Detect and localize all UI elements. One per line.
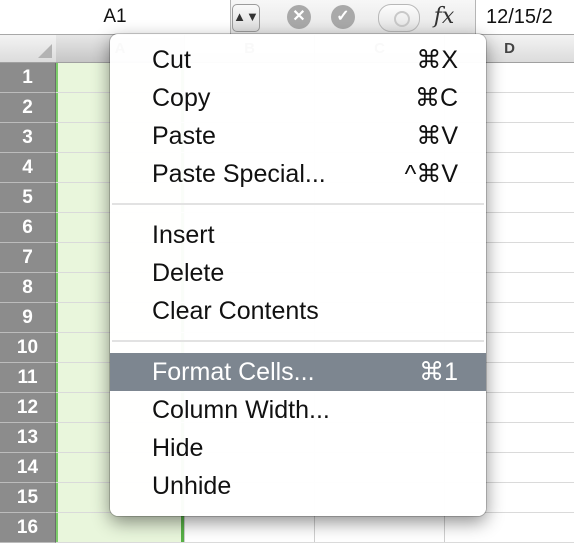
- function-icon[interactable]: fx: [426, 2, 462, 32]
- row-header[interactable]: 5: [0, 183, 56, 213]
- menu-item-label: Insert: [152, 221, 215, 249]
- formula-input[interactable]: 12/15/2: [475, 0, 574, 34]
- name-box[interactable]: A1: [0, 0, 231, 34]
- row-header[interactable]: 3: [0, 123, 56, 153]
- menu-item-label: Cut: [152, 46, 191, 74]
- menu-item-shortcut: ⌘1: [419, 358, 458, 386]
- menu-item-insert[interactable]: Insert: [110, 216, 486, 254]
- menu-separator: [112, 340, 484, 342]
- row-header[interactable]: 7: [0, 243, 56, 273]
- menu-item-cut[interactable]: Cut ⌘X: [110, 41, 486, 79]
- row-header[interactable]: 4: [0, 153, 56, 183]
- menu-item-shortcut: ⌘X: [416, 46, 458, 74]
- row-header[interactable]: 9: [0, 303, 56, 333]
- menu-item-label: Column Width...: [152, 396, 330, 424]
- menu-item-paste[interactable]: Paste ⌘V: [110, 117, 486, 155]
- menu-item-label: Clear Contents: [152, 297, 319, 325]
- menu-item-unhide[interactable]: Unhide: [110, 467, 486, 505]
- row-header[interactable]: 11: [0, 363, 56, 393]
- menu-item-label: Copy: [152, 84, 211, 112]
- menu-item-shortcut: ⌘C: [414, 84, 458, 112]
- context-menu: Cut ⌘X Copy ⌘C Paste ⌘V Paste Special... ^⌘V Ins…: [110, 34, 486, 516]
- menu-item-label: Hide: [152, 434, 204, 462]
- menu-item-label: Delete: [152, 259, 225, 287]
- cancel-icon[interactable]: ✕: [287, 5, 311, 29]
- row-header[interactable]: 2: [0, 93, 56, 123]
- menu-item-label: Unhide: [152, 472, 232, 500]
- menu-item-label: Format Cells...: [152, 358, 315, 386]
- menu-item-label: Paste Special...: [152, 160, 326, 188]
- menu-item-shortcut: ^⌘V: [404, 160, 458, 188]
- menu-separator: [112, 203, 484, 205]
- row-header[interactable]: 15: [0, 483, 56, 513]
- formula-bar: A1 ▲▼ ✕ ✓ fx 12/15/2: [0, 0, 574, 35]
- menu-item-column-width[interactable]: Column Width...: [110, 391, 486, 429]
- menu-item-delete[interactable]: Delete: [110, 254, 486, 292]
- row-header[interactable]: 12: [0, 393, 56, 423]
- menu-item-shortcut: ⌘V: [416, 122, 458, 150]
- row-header[interactable]: 13: [0, 423, 56, 453]
- menu-item-format-cells[interactable]: Format Cells... ⌘1: [110, 353, 486, 391]
- row-header[interactable]: 8: [0, 273, 56, 303]
- row-header[interactable]: 1: [0, 63, 56, 93]
- circle-icon: [394, 11, 410, 27]
- confirm-icon[interactable]: ✓: [331, 5, 355, 29]
- row-header[interactable]: 16: [0, 513, 56, 543]
- menu-item-label: Paste: [152, 122, 216, 150]
- select-all-corner[interactable]: [0, 35, 57, 63]
- formula-toggle-button[interactable]: [378, 4, 420, 32]
- menu-item-copy[interactable]: Copy ⌘C: [110, 79, 486, 117]
- menu-item-paste-special[interactable]: Paste Special... ^⌘V: [110, 155, 486, 193]
- menu-item-hide[interactable]: Hide: [110, 429, 486, 467]
- menu-item-clear-contents[interactable]: Clear Contents: [110, 292, 486, 330]
- row-header[interactable]: 10: [0, 333, 56, 363]
- row-header[interactable]: 6: [0, 213, 56, 243]
- name-box-stepper[interactable]: ▲▼: [232, 4, 260, 32]
- row-header[interactable]: 14: [0, 453, 56, 483]
